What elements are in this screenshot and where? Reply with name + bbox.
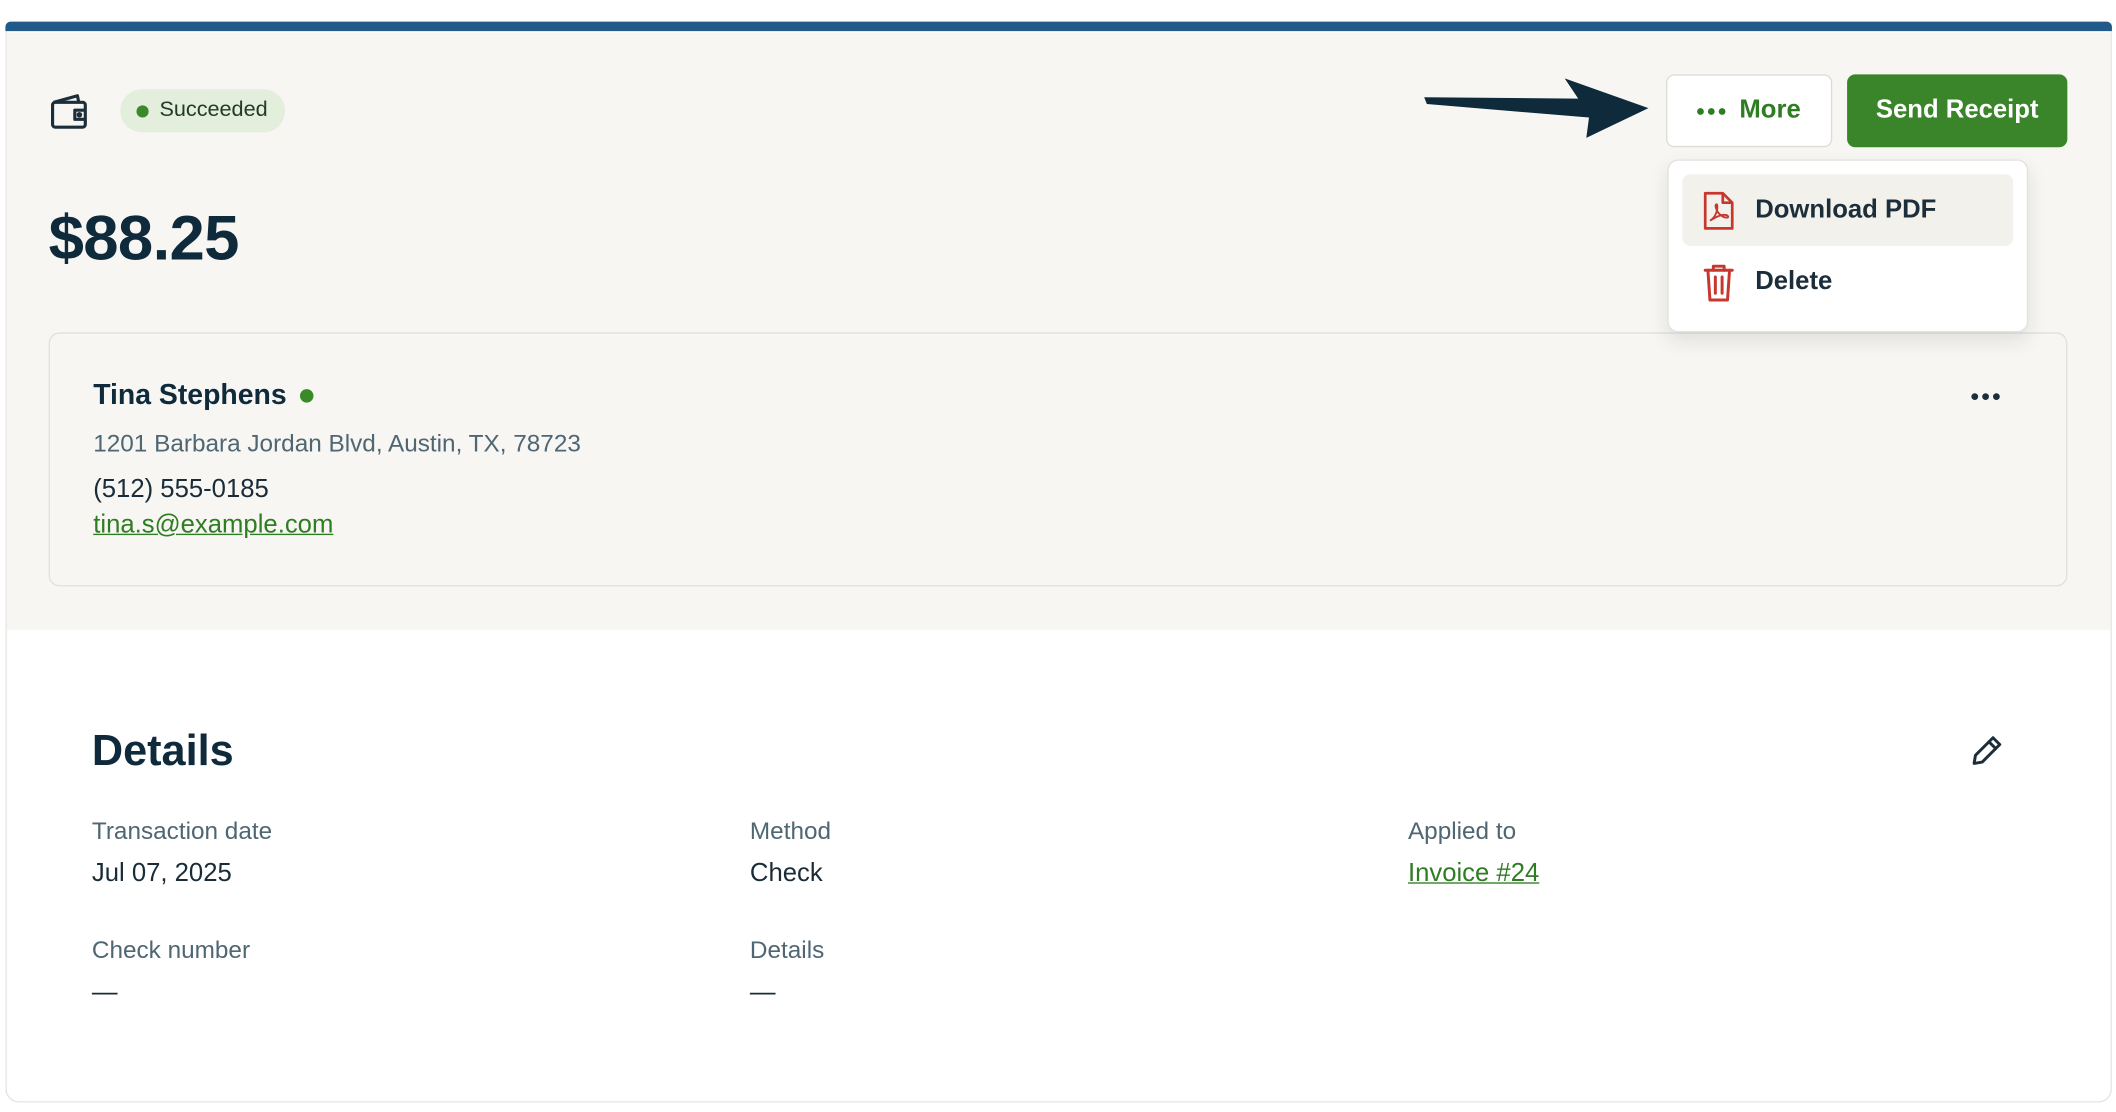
applied-to-label: Applied to [1407,817,1517,845]
menu-item-label: Delete [1755,266,1833,296]
check-number-value: — [91,978,118,1007]
details-field-label: Details [749,936,825,964]
customer-phone: (512) 555-0185 [93,475,269,504]
more-button-label: More [1739,95,1801,125]
customer-options-icon[interactable] [1971,393,2000,400]
status-label: Succeeded [159,98,268,122]
payment-detail-page: Succeeded $88.25 More Send Receipt Downl… [0,0,2116,1112]
payment-amount: $88.25 [48,201,240,273]
menu-item-label: Download PDF [1755,195,1937,224]
customer-name: Tina Stephens [93,379,287,411]
trash-icon [1703,264,1734,301]
ellipsis-icon [1697,107,1726,115]
invoice-link[interactable]: Invoice #24 [1408,859,1539,889]
details-heading: Details [91,725,234,775]
check-number-label: Check number [91,936,251,964]
more-button[interactable]: More [1666,74,1833,148]
arrow-annotation-icon [1424,78,1649,138]
customer-address: 1201 Barbara Jordan Blvd, Austin, TX, 78… [93,429,581,457]
customer-card: Tina Stephens 1201 Barbara Jordan Blvd, … [48,332,2068,587]
pencil-icon[interactable] [1969,734,2004,769]
status-badge: Succeeded [120,89,286,133]
active-status-dot-icon [300,389,314,403]
method-label: Method [749,817,832,845]
accent-bar [5,21,2112,32]
pdf-file-icon [1703,191,1734,230]
status-dot-icon [136,104,149,117]
more-dropdown-menu: Download PDF Delete [1667,159,2029,333]
customer-email-link[interactable]: tina.s@example.com [93,511,333,541]
method-value: Check [749,859,823,888]
details-field-value: — [749,978,776,1007]
transaction-date-label: Transaction date [91,817,273,845]
send-receipt-button[interactable]: Send Receipt [1847,74,2068,148]
menu-item-delete[interactable]: Delete [1682,246,2013,318]
wallet-icon [50,94,87,129]
customer-name-row: Tina Stephens [93,379,314,412]
menu-item-download-pdf[interactable]: Download PDF [1682,174,2014,246]
transaction-date-value: Jul 07, 2025 [91,859,232,888]
